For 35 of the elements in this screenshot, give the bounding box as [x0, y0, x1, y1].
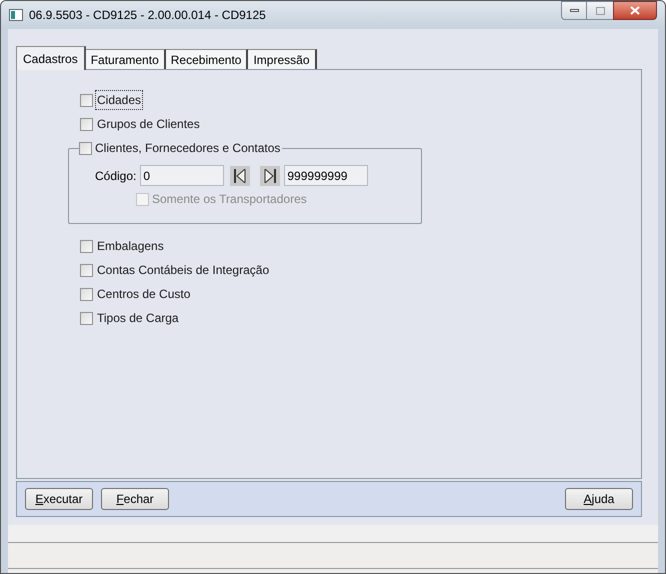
- close-icon: [630, 6, 640, 15]
- tab[interactable]: Impressão: [248, 49, 316, 69]
- dialog-button[interactable]: Ajuda: [565, 488, 633, 510]
- maximize-button[interactable]: [587, 1, 613, 20]
- checkbox-label: Clientes, Fornecedores e Contatos: [95, 140, 280, 157]
- app-icon: [9, 9, 23, 21]
- checkbox[interactable]: [80, 94, 93, 106]
- last-button[interactable]: [260, 166, 280, 186]
- checkbox-label: Somente os Transportadores: [152, 191, 307, 208]
- skip-back-icon: [234, 168, 246, 182]
- checkbox-label: Grupos de Clientes: [96, 116, 201, 133]
- checkbox-label: Centros de Custo: [96, 286, 192, 303]
- checkbox[interactable]: [80, 288, 93, 300]
- checkbox[interactable]: [80, 312, 93, 324]
- tab[interactable]: Cadastros: [16, 46, 86, 70]
- input-field[interactable]: 0: [140, 165, 224, 186]
- input-field[interactable]: 999999999: [284, 165, 368, 186]
- checkbox[interactable]: [80, 264, 93, 276]
- checkbox-label: Tipos de Carga: [96, 310, 180, 327]
- checkbox-label: Embalagens: [96, 238, 165, 255]
- minimize-button[interactable]: [561, 1, 587, 20]
- dialog-button[interactable]: Executar: [25, 488, 93, 510]
- checkbox-label: Cidades: [96, 91, 142, 109]
- first-button[interactable]: [230, 166, 250, 186]
- tab[interactable]: Faturamento: [86, 49, 166, 69]
- checkbox[interactable]: [80, 118, 93, 130]
- checkbox-label: Contas Contábeis de Integração: [96, 262, 270, 279]
- close-button[interactable]: [613, 1, 657, 20]
- field-label: Código:: [95, 168, 136, 184]
- checkbox[interactable]: [79, 142, 92, 154]
- dialog-button[interactable]: Fechar: [101, 488, 169, 510]
- tab[interactable]: Recebimento: [166, 49, 248, 69]
- checkbox[interactable]: [80, 240, 93, 252]
- window-title: 06.9.5503 - CD9125 - 2.00.00.014 - CD9125: [29, 7, 267, 24]
- skip-forward-icon: [264, 168, 276, 182]
